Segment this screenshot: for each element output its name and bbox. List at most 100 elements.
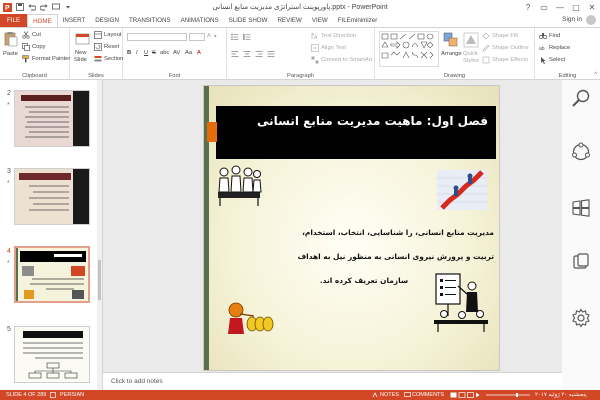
quick-styles-icon[interactable] — [463, 32, 479, 48]
minimize-button[interactable]: — — [552, 0, 568, 14]
avatar[interactable] — [586, 15, 596, 25]
tab-animations[interactable]: ANIMATIONS — [176, 14, 224, 27]
tab-design[interactable]: DESIGN — [90, 14, 124, 27]
text-shadow-button[interactable]: abc — [160, 50, 169, 56]
tab-home[interactable]: HOME — [27, 14, 58, 27]
align-left-icon[interactable] — [231, 50, 239, 58]
find-button[interactable]: Find — [539, 32, 560, 40]
tab-view[interactable]: VIEW — [307, 14, 333, 27]
drawing-group-label: Drawing — [443, 73, 466, 79]
select-button[interactable]: Select — [539, 56, 565, 64]
new-slide-icon[interactable] — [75, 31, 91, 47]
justify-icon[interactable] — [267, 50, 275, 58]
slide-title[interactable]: فصل اول: ماهیت مدیریت منابع انسانی — [216, 114, 488, 128]
replace-button[interactable]: ab Replace — [539, 44, 570, 52]
tab-insert[interactable]: INSERT — [58, 14, 91, 27]
format-painter-label: Format Painter — [32, 56, 71, 62]
slide-thumbnails-pane[interactable]: 2 * 3 * 4 * 5 — [0, 80, 103, 390]
shape-fill-button[interactable]: Shape Fill — [482, 32, 518, 40]
new-slide-button-label2[interactable]: Slide — [74, 57, 87, 63]
align-right-icon[interactable] — [255, 50, 263, 58]
zoom-slider[interactable] — [486, 393, 530, 397]
windows-start-icon[interactable] — [571, 198, 591, 218]
thumbnail-animation-marker: * — [7, 102, 10, 109]
strikethrough-button[interactable]: S — [152, 50, 156, 56]
editing-group: Find ab Replace Select Editing ^ — [535, 28, 600, 80]
slide-thumbnail-5[interactable] — [14, 326, 90, 383]
current-slide[interactable]: فصل اول: ماهیت مدیریت منابع انسانی مدیری… — [203, 85, 500, 371]
bullets-icon[interactable] — [231, 33, 239, 41]
grow-font-icon[interactable]: A ▲ — [207, 33, 218, 39]
numbering-icon[interactable] — [243, 33, 251, 41]
copy-button[interactable]: Copy — [22, 43, 46, 51]
customize-toolbar-icon[interactable] — [63, 3, 72, 12]
slide-thumbnail-4[interactable] — [14, 246, 90, 303]
font-family-combo[interactable] — [127, 33, 187, 41]
sign-in-link[interactable]: Sign in — [562, 16, 582, 23]
quick-styles-button-label2[interactable]: Styles — [463, 58, 479, 64]
layout-icon — [94, 31, 102, 39]
align-center-icon[interactable] — [243, 50, 251, 58]
text-direction-button[interactable]: A Text Direction — [311, 32, 356, 40]
powerpoint-logo-icon[interactable]: P — [3, 2, 12, 12]
arrange-icon[interactable] — [443, 32, 459, 48]
underline-button[interactable]: U — [144, 50, 148, 56]
reset-button[interactable]: Reset — [94, 43, 119, 51]
tab-fileminimizer[interactable]: FILEminimizer — [333, 14, 383, 27]
slide-thumbnail-2[interactable] — [14, 90, 90, 147]
notes-button[interactable]: NOTES — [380, 392, 399, 398]
notes-pane[interactable]: Click to add notes — [103, 372, 562, 390]
language-indicator[interactable]: PERSIAN — [60, 392, 84, 398]
thumbnails-scrollbar[interactable] — [97, 80, 102, 390]
search-icon[interactable] — [571, 88, 591, 108]
format-painter-button[interactable]: Format Painter — [22, 55, 70, 63]
save-icon[interactable] — [15, 3, 24, 12]
layout-button[interactable]: Layout — [94, 31, 121, 39]
settings-gear-icon[interactable] — [571, 308, 591, 328]
start-slideshow-icon[interactable] — [51, 3, 60, 12]
spelling-check-icon[interactable] — [50, 392, 56, 398]
help-button[interactable]: ? — [520, 0, 536, 14]
window-controls: ? ▭ — ▢ ✕ — [520, 0, 600, 14]
thumbnail-3-preview — [15, 169, 89, 224]
shapes-gallery[interactable] — [379, 31, 439, 67]
svg-text:A: A — [314, 35, 318, 40]
change-case-button[interactable]: Aa — [185, 50, 192, 56]
redo-icon[interactable] — [39, 3, 48, 12]
tab-review[interactable]: REVIEW — [272, 14, 306, 27]
devices-icon[interactable] — [571, 252, 591, 272]
collapse-ribbon-icon[interactable]: ^ — [594, 72, 597, 78]
bold-button[interactable]: B — [127, 50, 131, 56]
font-size-combo[interactable] — [189, 33, 205, 41]
maximize-button[interactable]: ▢ — [568, 0, 584, 14]
thumbnail-number: 2 — [7, 90, 11, 97]
cut-button[interactable]: Cut — [22, 31, 41, 39]
undo-icon[interactable] — [27, 3, 36, 12]
arrange-button[interactable]: Arrange — [441, 51, 462, 57]
tab-file[interactable]: FILE — [0, 14, 28, 27]
thumbnails-scroll-thumb[interactable] — [98, 260, 101, 300]
italic-button[interactable]: I — [136, 50, 138, 56]
ribbon-display-button[interactable]: ▭ — [536, 0, 552, 14]
view-buttons[interactable] — [450, 392, 480, 398]
font-color-button[interactable]: A — [197, 50, 201, 56]
copy-icon — [22, 43, 30, 51]
char-spacing-button[interactable]: AV — [173, 50, 180, 56]
align-text-button[interactable]: Align Text — [311, 44, 346, 52]
tab-transitions[interactable]: TRANSITIONS — [124, 14, 176, 27]
close-button[interactable]: ✕ — [584, 0, 600, 14]
slide-thumbnail-3[interactable] — [14, 168, 90, 225]
quick-styles-button[interactable]: Quick — [463, 51, 478, 57]
cursor-icon — [541, 57, 546, 64]
shape-outline-button[interactable]: Shape Outline — [482, 44, 529, 52]
shape-effects-button[interactable]: Shape Effects — [482, 56, 528, 64]
section-button[interactable]: Section — [94, 55, 123, 63]
convert-smartart-button[interactable]: Convert to SmartArt — [311, 56, 372, 64]
paste-button[interactable]: Paste — [3, 51, 18, 57]
paste-icon[interactable] — [3, 31, 19, 47]
tab-slide-show[interactable]: SLIDE SHOW — [224, 14, 273, 27]
share-icon[interactable] — [571, 142, 591, 162]
notes-placeholder[interactable]: Click to add notes — [111, 378, 163, 385]
new-slide-button[interactable]: New — [75, 50, 87, 56]
comments-button[interactable]: COMMENTS — [412, 392, 444, 398]
